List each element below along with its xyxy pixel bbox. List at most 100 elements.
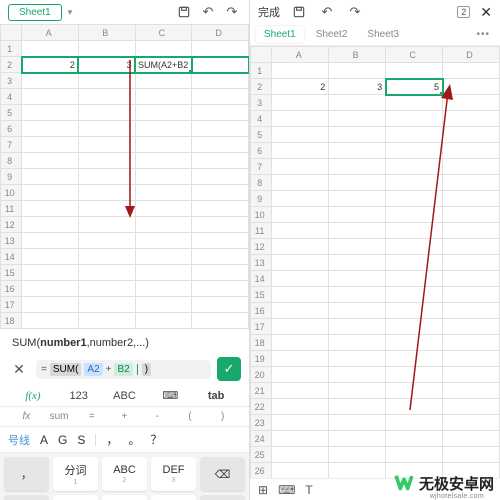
cell-B18[interactable] (78, 313, 135, 329)
cell-C21[interactable] (386, 383, 443, 399)
cell-C11[interactable] (135, 201, 192, 217)
cell-C5[interactable] (386, 127, 443, 143)
cell-A13[interactable] (272, 255, 329, 271)
cell-A23[interactable] (272, 415, 329, 431)
cell-A3[interactable] (22, 73, 79, 89)
cell-B7[interactable] (78, 137, 135, 153)
cell-B5[interactable] (329, 127, 386, 143)
ime-key[interactable]: GHI4 (53, 495, 98, 500)
cell-A5[interactable] (272, 127, 329, 143)
cell-B5[interactable] (78, 105, 135, 121)
cell-C12[interactable] (135, 217, 192, 233)
cell-B9[interactable] (78, 169, 135, 185)
cell-D5[interactable] (192, 105, 249, 121)
cell-D13[interactable] (443, 255, 500, 271)
cell-D9[interactable] (443, 191, 500, 207)
ime-key[interactable]: 。 (4, 495, 49, 500)
cell-B16[interactable] (78, 281, 135, 297)
cell-A12[interactable] (22, 217, 79, 233)
cell-B12[interactable] (329, 239, 386, 255)
cell-A15[interactable] (22, 265, 79, 281)
formula-cancel-button[interactable]: ✕ (8, 358, 30, 380)
cell-A16[interactable] (272, 303, 329, 319)
cell-B17[interactable] (329, 319, 386, 335)
ime-key[interactable]: 分词1 (53, 457, 98, 491)
ime-key[interactable]: ⌫ (200, 457, 245, 491)
cell-D6[interactable] (192, 121, 249, 137)
cell-A15[interactable] (272, 287, 329, 303)
sheet-tab-active[interactable]: Sheet1 (8, 4, 62, 21)
cell-C16[interactable] (135, 281, 192, 297)
cell-C1[interactable] (135, 41, 192, 57)
cell-C13[interactable] (135, 233, 192, 249)
cell-B26[interactable] (329, 463, 386, 479)
ime-suggestion[interactable]: ？ (150, 431, 162, 448)
cell-A17[interactable] (272, 319, 329, 335)
cell-D11[interactable] (192, 201, 249, 217)
cell-A3[interactable] (272, 95, 329, 111)
cell-C9[interactable] (386, 191, 443, 207)
fx-button[interactable]: f(x) (10, 390, 56, 402)
cell-B16[interactable] (329, 303, 386, 319)
tab-button[interactable]: tab (193, 390, 239, 402)
cell-D1[interactable] (443, 63, 500, 79)
cell-C18[interactable] (135, 313, 192, 329)
cell-A12[interactable] (272, 239, 329, 255)
cell-B21[interactable] (329, 383, 386, 399)
cell-D16[interactable] (443, 303, 500, 319)
cell-D15[interactable] (192, 265, 249, 281)
cell-A14[interactable] (22, 249, 79, 265)
cell-D8[interactable] (192, 153, 249, 169)
cell-A2[interactable]: 2 (272, 79, 329, 95)
cell-B7[interactable] (329, 159, 386, 175)
cell-B19[interactable] (329, 351, 386, 367)
cell-C17[interactable] (135, 297, 192, 313)
cell-B10[interactable] (78, 185, 135, 201)
cell-B6[interactable] (329, 143, 386, 159)
minus-symbol[interactable]: - (141, 411, 174, 422)
ime-key[interactable]: ABC2 (102, 457, 147, 491)
cell-B25[interactable] (329, 447, 386, 463)
cell-A8[interactable] (22, 153, 79, 169)
spreadsheet-left[interactable]: ABCD1223SUM(A2+B234567891011121314151617… (0, 24, 249, 329)
spreadsheet-right[interactable]: ABCD122353456789101112131415161718192021… (250, 46, 500, 500)
cell-C14[interactable] (386, 271, 443, 287)
cell-C14[interactable] (135, 249, 192, 265)
cell-A7[interactable] (22, 137, 79, 153)
cell-D17[interactable] (192, 297, 249, 313)
cell-A11[interactable] (272, 223, 329, 239)
cell-D12[interactable] (443, 239, 500, 255)
cell-D18[interactable] (192, 313, 249, 329)
ime-suggestion[interactable]: G (58, 433, 67, 447)
cell-B20[interactable] (329, 367, 386, 383)
cell-D4[interactable] (443, 111, 500, 127)
cell-B1[interactable] (329, 63, 386, 79)
cell-C1[interactable] (386, 63, 443, 79)
cell-D7[interactable] (192, 137, 249, 153)
cell-C8[interactable] (135, 153, 192, 169)
ime-key[interactable]: ☻ (200, 495, 245, 500)
cell-D15[interactable] (443, 287, 500, 303)
cell-C22[interactable] (386, 399, 443, 415)
cell-D2[interactable] (443, 79, 500, 95)
cell-C16[interactable] (386, 303, 443, 319)
numpad-button[interactable]: 123 (56, 390, 102, 402)
cell-C17[interactable] (386, 319, 443, 335)
cell-A9[interactable] (272, 191, 329, 207)
ime-key[interactable]: MNO6 (151, 495, 196, 500)
cell-C23[interactable] (386, 415, 443, 431)
cell-B8[interactable] (329, 175, 386, 191)
cell-D11[interactable] (443, 223, 500, 239)
cell-D1[interactable] (192, 41, 249, 57)
cell-A17[interactable] (22, 297, 79, 313)
cell-B13[interactable] (329, 255, 386, 271)
cell-D5[interactable] (443, 127, 500, 143)
cell-D24[interactable] (443, 431, 500, 447)
cell-C2[interactable]: 5 (386, 79, 443, 95)
cell-B14[interactable] (329, 271, 386, 287)
cell-D14[interactable] (192, 249, 249, 265)
cell-B14[interactable] (78, 249, 135, 265)
cell-A7[interactable] (272, 159, 329, 175)
close-icon[interactable]: ✕ (480, 4, 492, 21)
cell-A5[interactable] (22, 105, 79, 121)
